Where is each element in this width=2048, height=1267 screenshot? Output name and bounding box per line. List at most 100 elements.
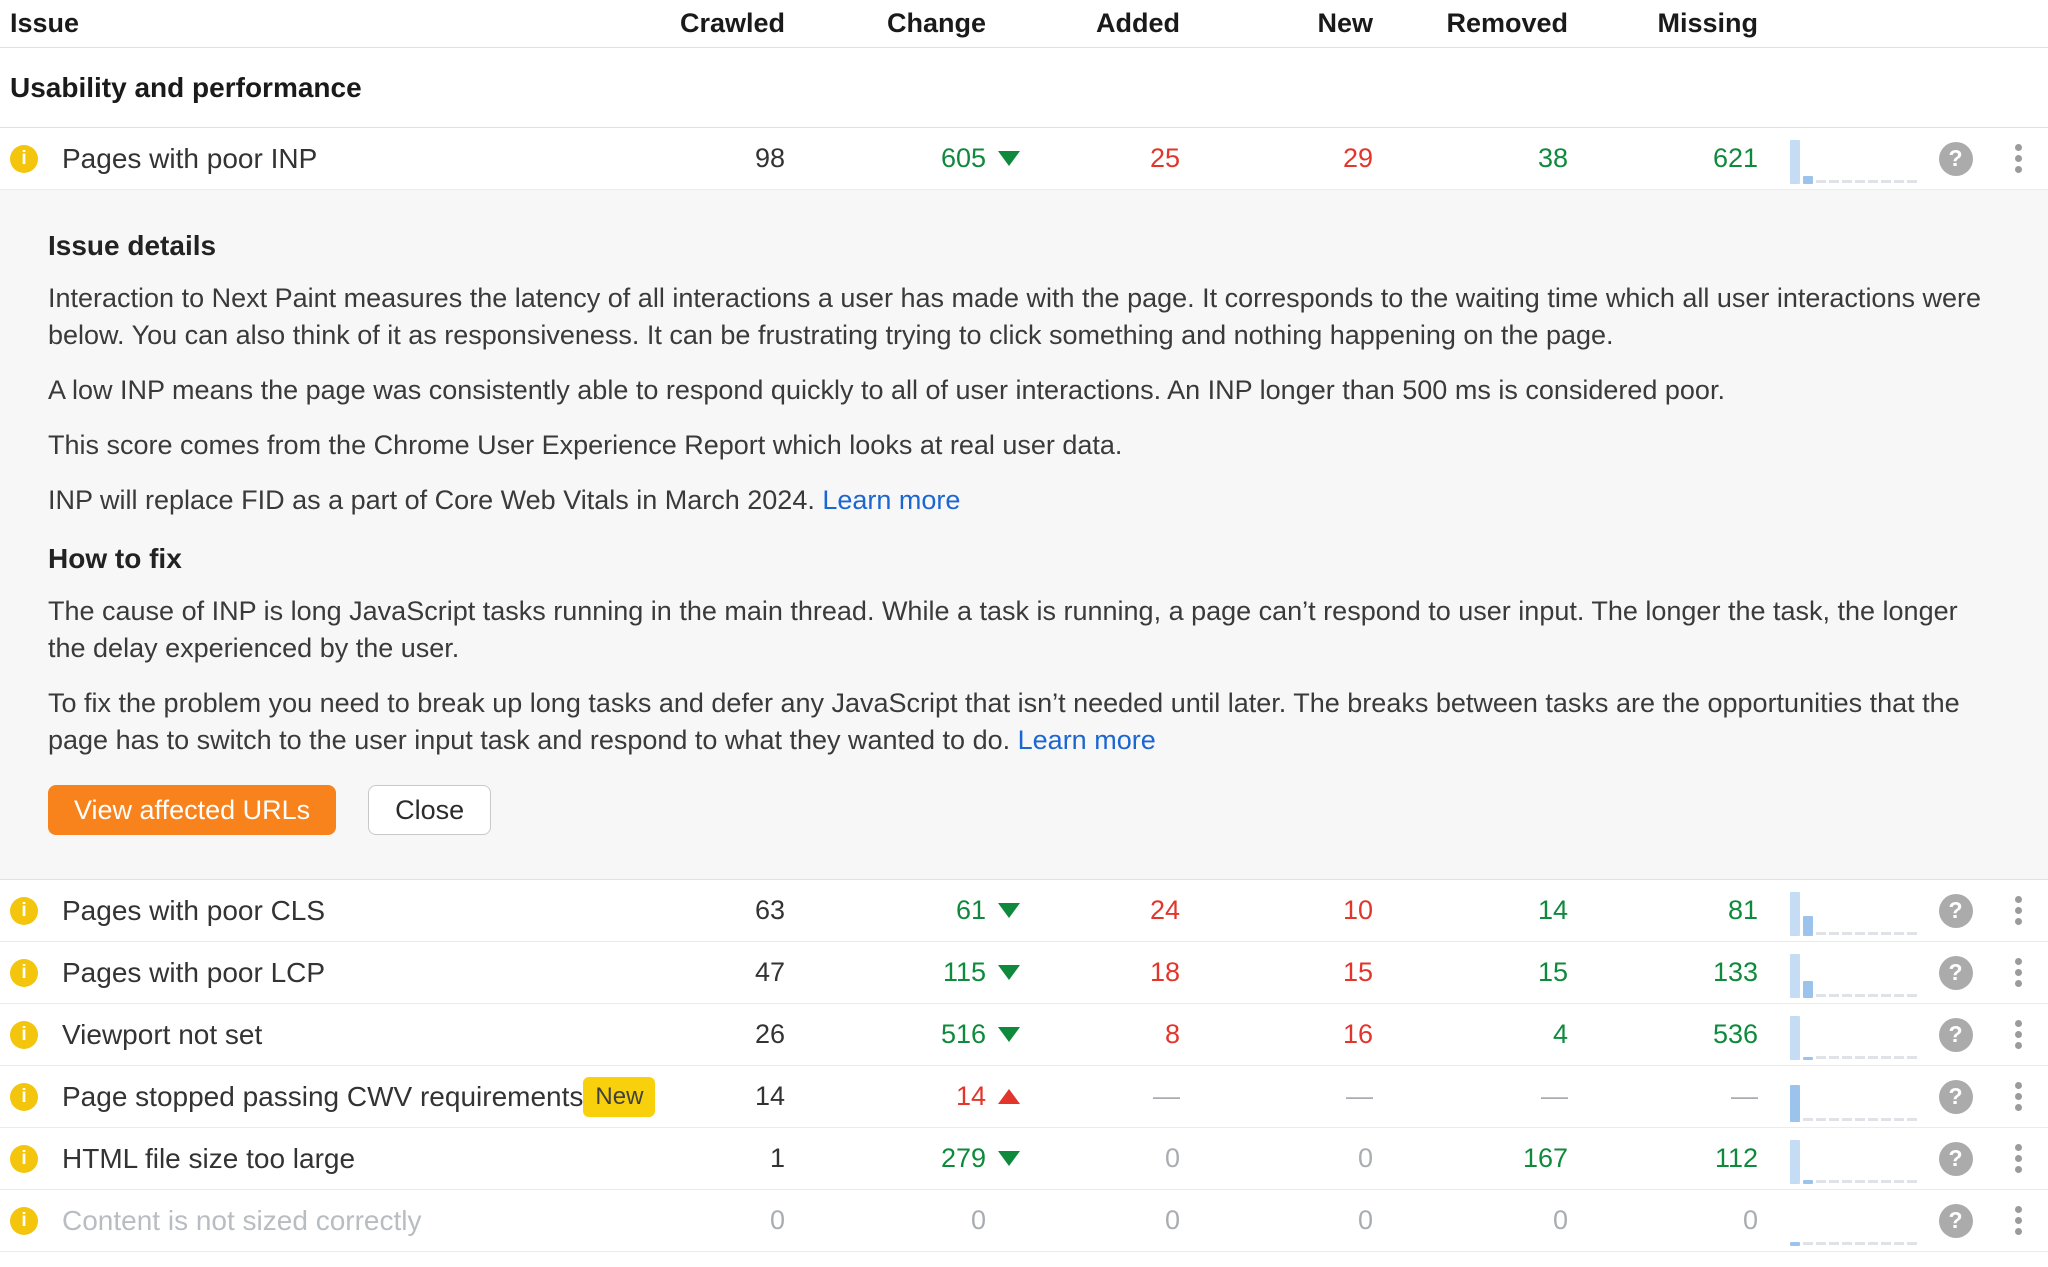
issue-label: Pages with poor CLS [62, 895, 325, 927]
history-sparkline [1758, 886, 1923, 936]
learn-more-link[interactable]: Learn more [822, 485, 960, 515]
help-icon[interactable]: ? [1939, 894, 1973, 928]
issue-row[interactable]: i Content is not sized correctly 0 0 0 0… [0, 1190, 2048, 1252]
help-icon-cell: ? [1923, 1204, 1988, 1238]
missing-value: — [1568, 1081, 1758, 1112]
learn-more-link-2[interactable]: Learn more [1018, 725, 1156, 755]
issue-label-cell: i Viewport not set [0, 1019, 600, 1051]
history-sparkline [1758, 1010, 1923, 1060]
change-arrow-slot [986, 1027, 1020, 1042]
issue-label-cell: i HTML file size too large [0, 1143, 600, 1175]
help-icon[interactable]: ? [1939, 142, 1973, 176]
added-value: 0 [1020, 1143, 1180, 1174]
history-sparkline [1758, 134, 1923, 184]
history-sparkline [1758, 1072, 1923, 1122]
issue-row[interactable]: i Pages with poor LCP 47 115 18 15 15 13… [0, 942, 2048, 1004]
kebab-menu-icon[interactable] [1988, 942, 2048, 1003]
issue-row[interactable]: i Pages with poor CLS 63 61 24 10 14 81 … [0, 880, 2048, 942]
how-to-fix-paragraph-2-text: To fix the problem you need to break up … [48, 688, 1960, 755]
issue-label: Content is not sized correctly [62, 1205, 422, 1237]
how-to-fix-paragraph-1: The cause of INP is long JavaScript task… [48, 593, 1988, 667]
help-icon[interactable]: ? [1939, 1018, 1973, 1052]
change-arrow-icon [998, 1151, 1020, 1166]
column-header-change: Change [785, 8, 1020, 39]
crawled-value: 98 [600, 143, 785, 174]
issue-label-cell: i Pages with poor LCP [0, 957, 600, 989]
help-icon-cell: ? [1923, 1142, 1988, 1176]
kebab-menu-icon[interactable] [1988, 1128, 2048, 1189]
issue-label: HTML file size too large [62, 1143, 355, 1175]
issue-details-paragraph-3: This score comes from the Chrome User Ex… [48, 427, 1988, 464]
change-arrow-icon [998, 151, 1020, 166]
help-icon-cell: ? [1923, 894, 1988, 928]
section-title: Usability and performance [10, 72, 362, 104]
change-value: 61 [785, 895, 1020, 926]
crawled-value: 1 [600, 1143, 785, 1174]
help-icon[interactable]: ? [1939, 1142, 1973, 1176]
crawled-value: 47 [600, 957, 785, 988]
table-header-row: Issue Crawled Change Added New Removed M… [0, 0, 2048, 48]
change-arrow-icon [998, 1027, 1020, 1042]
new-value: — [1180, 1081, 1373, 1112]
issue-details-paragraph-1: Interaction to Next Paint measures the l… [48, 280, 1988, 354]
added-value: 18 [1020, 957, 1180, 988]
crawled-value: 63 [600, 895, 785, 926]
crawled-value: 14 [600, 1081, 785, 1112]
added-value: 25 [1020, 143, 1180, 174]
change-arrow-icon [998, 1089, 1020, 1104]
added-value: 24 [1020, 895, 1180, 926]
change-arrow-slot [986, 965, 1020, 980]
removed-value: 4 [1373, 1019, 1568, 1050]
info-icon: i [10, 1145, 38, 1173]
issue-row[interactable]: i Page stopped passing CWV requirements … [0, 1066, 2048, 1128]
change-arrow-icon [998, 903, 1020, 918]
missing-value: 0 [1568, 1205, 1758, 1236]
info-icon: i [10, 1021, 38, 1049]
rows-before-panel: i Pages with poor INP 98 605 25 29 38 62… [0, 128, 2048, 190]
view-affected-urls-button[interactable]: View affected URLs [48, 785, 336, 835]
change-number: 0 [971, 1205, 986, 1236]
column-header-missing: Missing [1568, 8, 1758, 39]
change-value: 279 [785, 1143, 1020, 1174]
change-arrow-slot [986, 903, 1020, 918]
kebab-menu-icon[interactable] [1988, 1004, 2048, 1065]
issue-label: Viewport not set [62, 1019, 262, 1051]
info-icon: i [10, 1207, 38, 1235]
help-icon-cell: ? [1923, 956, 1988, 990]
change-value: 115 [785, 957, 1020, 988]
issue-row[interactable]: i Viewport not set 26 516 8 16 4 536 ? [0, 1004, 2048, 1066]
close-button[interactable]: Close [368, 785, 491, 835]
help-icon[interactable]: ? [1939, 1080, 1973, 1114]
history-sparkline [1758, 1134, 1923, 1184]
change-number: 61 [956, 895, 986, 926]
info-icon: i [10, 145, 38, 173]
change-arrow-slot [986, 1089, 1020, 1104]
missing-value: 112 [1568, 1143, 1758, 1174]
issue-details-paragraph-4: INP will replace FID as a part of Core W… [48, 482, 1988, 519]
help-icon[interactable]: ? [1939, 956, 1973, 990]
issue-label: Pages with poor INP [62, 143, 317, 175]
issue-row[interactable]: i HTML file size too large 1 279 0 0 167… [0, 1128, 2048, 1190]
kebab-menu-icon[interactable] [1988, 1066, 2048, 1127]
kebab-menu-icon[interactable] [1988, 1190, 2048, 1251]
change-number: 516 [941, 1019, 986, 1050]
help-icon-cell: ? [1923, 142, 1988, 176]
added-value: 0 [1020, 1205, 1180, 1236]
new-value: 0 [1180, 1143, 1373, 1174]
kebab-menu-icon[interactable] [1988, 880, 2048, 941]
column-header-removed: Removed [1373, 8, 1568, 39]
history-sparkline [1758, 948, 1923, 998]
issue-row[interactable]: i Pages with poor INP 98 605 25 29 38 62… [0, 128, 2048, 190]
removed-value: 14 [1373, 895, 1568, 926]
kebab-menu-icon[interactable] [1988, 128, 2048, 189]
removed-value: 0 [1373, 1205, 1568, 1236]
section-header: Usability and performance [0, 48, 2048, 128]
issue-label-cell: i Pages with poor CLS [0, 895, 600, 927]
issue-label-cell: i Content is not sized correctly [0, 1205, 600, 1237]
column-header-added: Added [1020, 8, 1180, 39]
missing-value: 133 [1568, 957, 1758, 988]
how-to-fix-paragraph-2: To fix the problem you need to break up … [48, 685, 1988, 759]
help-icon[interactable]: ? [1939, 1204, 1973, 1238]
new-value: 16 [1180, 1019, 1373, 1050]
change-value: 516 [785, 1019, 1020, 1050]
